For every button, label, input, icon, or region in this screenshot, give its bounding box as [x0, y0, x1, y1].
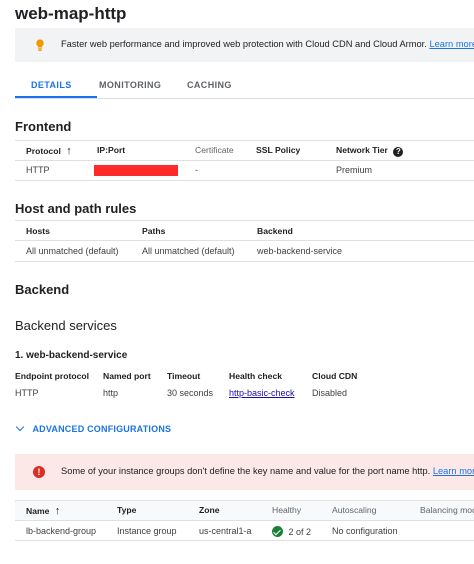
col-network-tier: Network Tier ? — [336, 145, 404, 157]
sort-arrow-up-icon: ↑ — [66, 145, 72, 157]
col-hosts: Hosts — [26, 226, 50, 236]
divider — [15, 160, 474, 161]
group-autoscaling-value: No configuration — [332, 526, 398, 536]
col-network-tier-label: Network Tier — [336, 145, 388, 155]
divider — [15, 140, 474, 141]
error-learn-more-link[interactable]: Learn more — [433, 466, 474, 476]
timeout-value: 30 seconds — [167, 388, 214, 398]
col-protocol-label: Protocol — [26, 146, 61, 156]
divider — [15, 220, 474, 221]
sort-arrow-up-icon: ↑ — [54, 505, 61, 517]
frontend-protocol-value: HTTP — [26, 165, 50, 175]
check-circle-icon — [272, 526, 283, 537]
error-banner: ! Some of your instance groups don't def… — [15, 454, 474, 490]
divider — [15, 520, 474, 521]
col-backend: Backend — [257, 226, 293, 236]
tab-details[interactable]: DETAILS — [31, 80, 72, 90]
col-ssl-policy: SSL Policy — [256, 145, 301, 155]
divider — [15, 180, 474, 181]
backend-value: web-backend-service — [257, 246, 343, 256]
tab-bar: DETAILS MONITORING CACHING — [15, 74, 474, 99]
tab-caching[interactable]: CACHING — [187, 80, 232, 90]
col-named-port: Named port — [103, 371, 151, 381]
info-banner: Faster web performance and improved web … — [15, 28, 474, 62]
col-ip-port: IP:Port — [97, 145, 126, 155]
named-port-value: http — [103, 388, 119, 398]
advanced-configurations-label: ADVANCED CONFIGURATIONS — [32, 424, 172, 434]
group-healthy: 2 of 2 — [272, 526, 311, 537]
group-zone-value: us-central1-a — [199, 526, 252, 536]
health-check-link[interactable]: http-basic-check — [229, 388, 295, 398]
advanced-configurations-toggle[interactable]: ADVANCED CONFIGURATIONS — [15, 419, 171, 437]
divider — [15, 240, 474, 241]
col-type: Type — [117, 505, 137, 515]
error-icon: ! — [33, 466, 45, 478]
divider — [15, 540, 474, 541]
group-healthy-value: 2 of 2 — [288, 527, 312, 537]
redacted-ip-port — [94, 165, 178, 176]
divider — [15, 261, 474, 262]
col-cloud-cdn: Cloud CDN — [312, 371, 358, 381]
error-text: Some of your instance groups don't defin… — [61, 466, 431, 476]
col-health-check: Health check — [229, 371, 283, 381]
host-value: All unmatched (default) — [26, 246, 119, 256]
groups-table-header — [15, 500, 474, 521]
col-zone: Zone — [199, 505, 220, 515]
host-path-heading: Host and path rules — [15, 201, 137, 216]
col-protocol[interactable]: Protocol ↑ — [26, 145, 72, 157]
backend-services-heading: Backend services — [15, 318, 117, 333]
col-endpoint-protocol: Endpoint protocol — [15, 371, 89, 381]
backend-service-title: 1. web-backend-service — [15, 350, 128, 361]
active-tab-indicator — [15, 96, 97, 98]
tab-monitoring[interactable]: MONITORING — [99, 80, 161, 90]
col-name-label: Name — [26, 506, 50, 516]
divider — [15, 500, 474, 501]
help-icon[interactable]: ? — [393, 147, 404, 157]
banner-learn-more-link[interactable]: Learn more — [429, 39, 474, 49]
banner-text: Faster web performance and improved web … — [61, 39, 427, 49]
frontend-network-tier-value: Premium — [336, 165, 373, 175]
frontend-heading: Frontend — [15, 119, 72, 134]
group-name-value: lb-backend-group — [26, 526, 97, 536]
chevron-down-icon — [15, 422, 25, 432]
col-timeout: Timeout — [167, 371, 201, 381]
cloud-cdn-value: Disabled — [312, 388, 348, 398]
col-balancing-mode: Balancing mod — [420, 505, 474, 515]
backend-heading: Backend — [15, 282, 70, 297]
col-name[interactable]: Name ↑ — [26, 505, 60, 517]
group-type-value: Instance group — [117, 526, 177, 536]
endpoint-protocol-value: HTTP — [15, 388, 39, 398]
lightbulb-icon — [36, 39, 44, 51]
col-certificate: Certificate — [195, 145, 234, 155]
col-autoscaling: Autoscaling — [332, 505, 377, 515]
path-value: All unmatched (default) — [142, 246, 235, 256]
frontend-certificate-value: - — [195, 165, 198, 175]
page-title: web-map-http — [15, 4, 127, 23]
col-paths: Paths — [142, 226, 166, 236]
col-healthy: Healthy — [272, 505, 302, 515]
